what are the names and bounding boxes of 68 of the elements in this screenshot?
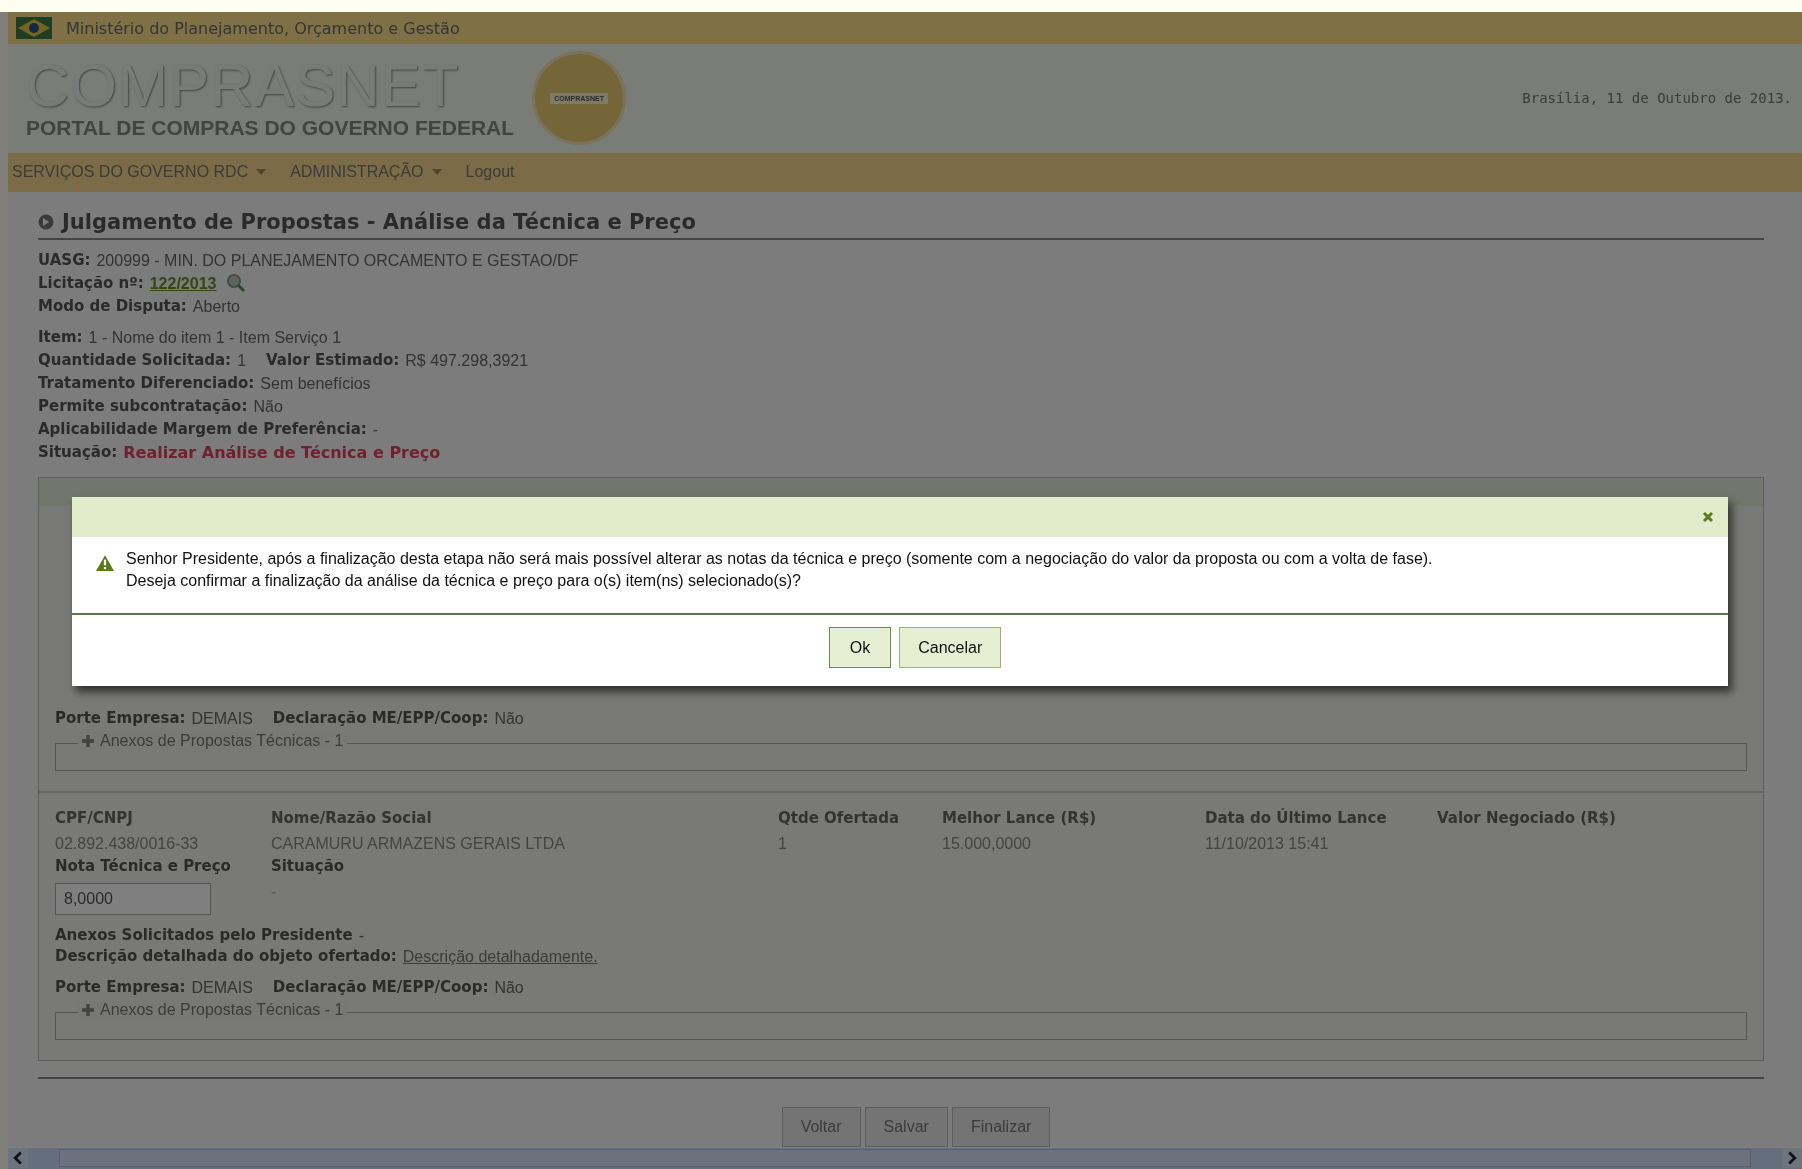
field-label: Aplicabilidade Margem de Preferência:: [38, 418, 367, 440]
field-label: Tratamento Diferenciado:: [38, 372, 255, 394]
attachments-toggle[interactable]: Anexos de Propostas Técnicas - 1: [78, 731, 348, 750]
field-value: DEMAIS: [191, 708, 253, 729]
search-icon[interactable]: [226, 273, 247, 294]
scrollbar-thumb[interactable]: [59, 1149, 1751, 1168]
column-header: Valor Negociado (R$): [1437, 808, 1617, 827]
menu-item[interactable]: SERVIÇOS DO GOVERNO RDC: [12, 163, 267, 182]
field-label: Descrição detalhada do objeto ofertado:: [55, 945, 397, 967]
field-value: 1: [237, 350, 247, 371]
caret-icon: [431, 169, 442, 176]
bid-number-link[interactable]: 122/2013: [149, 272, 217, 294]
caret-icon: [256, 169, 267, 176]
page-title: Julgamento de Propostas - Análise da Técnica e Preço: [62, 209, 696, 234]
footer-button[interactable]: Salvar: [864, 1106, 948, 1147]
status-label: Situação: [270, 856, 345, 875]
column-header: Qtde Ofertada: [778, 808, 901, 827]
horizontal-scrollbar[interactable]: [8, 1146, 1802, 1169]
field-value: Sem benefícios: [260, 373, 371, 394]
logo-subtitle: PORTAL DE COMPRAS DO GOVERNO FEDERAL: [26, 116, 515, 141]
field-label: Situação:: [38, 441, 118, 463]
field-label: Modo de Disputa:: [38, 295, 187, 317]
status-value: Realizar Análise de Técnica e Preço: [123, 441, 441, 463]
field-label: Permite subcontratação:: [38, 395, 248, 417]
description-link[interactable]: Descrição detalhadamente.: [402, 945, 598, 967]
field-value: Não: [494, 977, 524, 998]
cancel-button[interactable]: Cancelar: [899, 627, 1002, 668]
dialog-message: Deseja confirmar a finalização da análise da técnica e preço para o(s) item(ns) selecionado(s)?: [126, 571, 802, 591]
date-text: Brasília, 11 de Outubro de 2013.: [1522, 90, 1792, 107]
menu-item[interactable]: ADMINISTRAÇÃO: [290, 163, 442, 182]
field-value: Não: [253, 396, 283, 417]
flag-icon: [16, 17, 52, 39]
close-icon[interactable]: [1702, 511, 1714, 523]
field-label: Anexos Solicitados pelo Presidente: [55, 924, 353, 946]
field-label: Declaração ME/EPP/Coop:: [272, 707, 489, 729]
field-label: Valor Estimado:: [266, 349, 400, 371]
field-value: R$ 497.298,3921: [405, 350, 529, 371]
field-label: Item:: [38, 326, 83, 348]
status-value: -: [270, 882, 278, 901]
score-input[interactable]: 8,0000: [55, 882, 211, 915]
score-label: Nota Técnica e Preço: [55, 856, 231, 875]
dialog-message: Senhor Presidente, após a finalização desta etapa não será mais possível alterar as notas da técnica e preço (somente com a negociação do valor da proposta ou com a volta de fase).: [126, 549, 1433, 569]
ministry-name: Ministério do Planejamento, Orçamento e Gestão: [66, 18, 460, 38]
menu-item[interactable]: Logout: [465, 163, 515, 182]
footer-button[interactable]: Finalizar: [951, 1106, 1051, 1147]
field-label: Porte Empresa:: [55, 707, 186, 729]
field-value: 200999 - MIN. DO PLANEJAMENTO ORCAMENTO E GESTAO/DF: [96, 250, 579, 271]
field-label: UASG:: [38, 249, 91, 271]
ok-button[interactable]: Ok: [828, 627, 892, 668]
field-value: 1 - Nome do item 1 - Item Serviço 1: [88, 327, 342, 348]
column-header: Melhor Lance (R$): [942, 808, 1098, 827]
field-value: -: [358, 925, 364, 946]
field-value: Aberto: [192, 296, 240, 317]
column-header: Nome/Razão Social: [271, 808, 433, 827]
field-label: Porte Empresa:: [55, 976, 186, 998]
field-value: Não: [494, 708, 524, 729]
field-value: DEMAIS: [191, 977, 253, 998]
footer-button[interactable]: Voltar: [781, 1106, 861, 1147]
field-label: Licitação nº:: [38, 272, 144, 294]
plus-icon: [82, 1003, 94, 1016]
field-label: Declaração ME/EPP/Coop:: [272, 976, 489, 998]
field-label: Quantidade Solicitada:: [38, 349, 232, 371]
warning-icon: [96, 555, 114, 571]
column-header: Data do Último Lance: [1205, 808, 1388, 827]
column-header: CPF/CNPJ: [55, 808, 134, 827]
attachments-toggle[interactable]: Anexos de Propostas Técnicas - 1: [78, 1000, 348, 1019]
field-value: -: [372, 419, 379, 440]
plus-icon: [82, 734, 94, 747]
